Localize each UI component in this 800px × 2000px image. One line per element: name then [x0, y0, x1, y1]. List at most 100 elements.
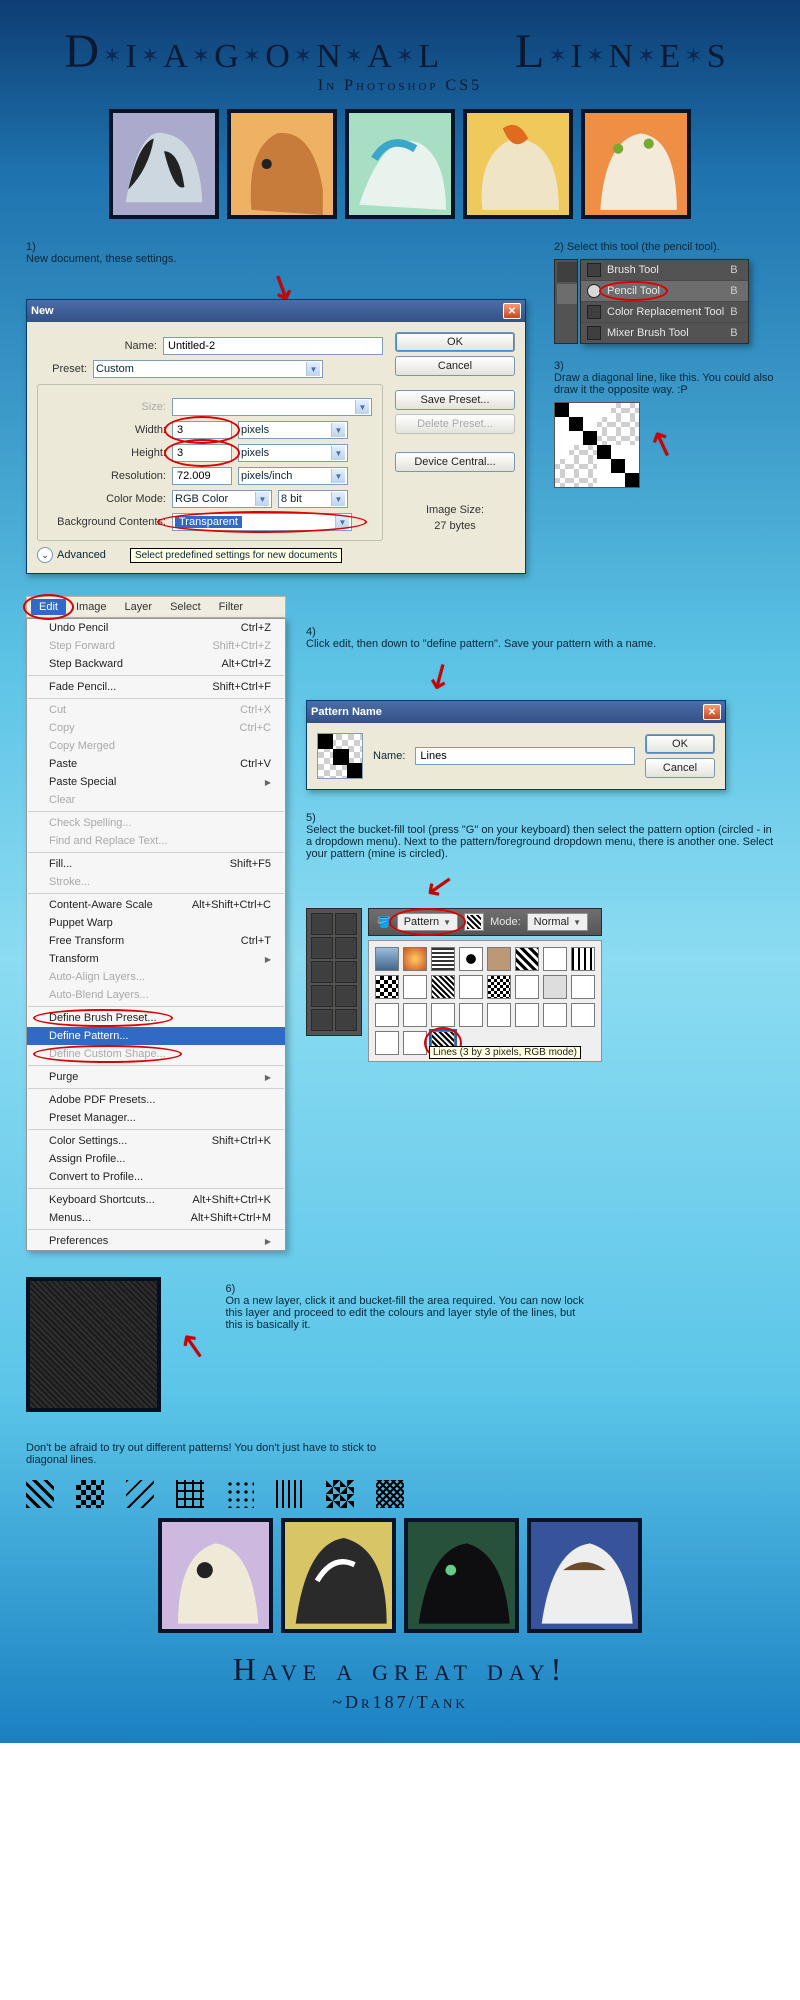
thumb	[345, 109, 455, 219]
mode-label: Mode:	[490, 916, 521, 928]
step-5-text: 5) Select the bucket-fill tool (press "G…	[306, 812, 774, 860]
filter-menu[interactable]: Filter	[211, 599, 251, 615]
footer-message: Have a great day!	[26, 1651, 774, 1688]
height-unit-dropdown[interactable]: pixels▼	[238, 444, 348, 462]
menu-item: Find and Replace Text...	[27, 832, 285, 850]
menu-item[interactable]: Menus...Alt+Shift+Ctrl+M	[27, 1209, 285, 1227]
width-label: Width:	[46, 424, 166, 436]
menu-item[interactable]: Undo PencilCtrl+Z	[27, 619, 285, 637]
menu-item[interactable]: Paste Special▶	[27, 773, 285, 791]
tool-icon[interactable]	[311, 937, 333, 959]
advanced-label: Advanced	[57, 549, 106, 561]
tool-icon[interactable]	[311, 961, 333, 983]
image-size-label: Image Size:	[395, 504, 515, 516]
pattern-examples	[26, 1480, 774, 1508]
tool-flyout-item[interactable]: Brush ToolB	[581, 260, 748, 281]
ok-button[interactable]: OK	[395, 332, 515, 352]
dialog-title: New	[31, 305, 54, 317]
menu-item[interactable]: PasteCtrl+V	[27, 755, 285, 773]
menu-item[interactable]: Purge▶	[27, 1068, 285, 1086]
menu-item: Stroke...	[27, 873, 285, 891]
thumb	[227, 109, 337, 219]
menu-item[interactable]: Preferences▶	[27, 1232, 285, 1250]
cancel-button[interactable]: Cancel	[395, 356, 515, 376]
menu-item[interactable]: Step BackwardAlt+Ctrl+Z	[27, 655, 285, 673]
blend-mode-dropdown[interactable]: Normal▼	[527, 913, 588, 931]
preset-dropdown[interactable]: Custom▼	[93, 360, 323, 378]
device-central-button[interactable]: Device Central...	[395, 452, 515, 472]
cancel-button[interactable]: Cancel	[645, 758, 715, 778]
example-thumbs-bottom	[26, 1518, 774, 1633]
height-input[interactable]	[172, 444, 232, 462]
menu-item[interactable]: Assign Profile...	[27, 1150, 285, 1168]
menu-item[interactable]: Color Settings...Shift+Ctrl+K	[27, 1132, 285, 1150]
layer-menu[interactable]: Layer	[117, 599, 161, 615]
fill-mode-dropdown[interactable]: Pattern▼	[397, 913, 458, 931]
thumb	[158, 1518, 273, 1633]
bitdepth-dropdown[interactable]: 8 bit▼	[278, 490, 348, 508]
thumb	[527, 1518, 642, 1633]
tool-palette	[306, 908, 362, 1036]
menu-item[interactable]: Fade Pencil...Shift+Ctrl+F	[27, 678, 285, 696]
tooltip: Select predefined settings for new docum…	[130, 548, 342, 563]
tool-flyout-item[interactable]: Mixer Brush ToolB	[581, 323, 748, 343]
bg-dropdown[interactable]: Transparent▼	[172, 513, 352, 531]
close-icon[interactable]: ✕	[503, 303, 521, 319]
menu-item[interactable]: Define Pattern...	[27, 1027, 285, 1045]
options-bar: 🪣 Pattern▼ Mode: Normal▼	[368, 908, 602, 936]
tool-icon[interactable]	[335, 985, 357, 1007]
tool-icon[interactable]	[335, 913, 357, 935]
tool-icon[interactable]	[335, 1009, 357, 1031]
save-preset-button[interactable]: Save Preset...	[395, 390, 515, 410]
hint-text: Don't be afraid to try out different pat…	[26, 1442, 386, 1466]
menu-item: Step ForwardShift+Ctrl+Z	[27, 637, 285, 655]
select-menu[interactable]: Select	[162, 599, 209, 615]
menu-item[interactable]: Free TransformCtrl+T	[27, 932, 285, 950]
res-unit-dropdown[interactable]: pixels/inch▼	[238, 467, 348, 485]
pattern-picker[interactable]: Lines (3 by 3 pixels, RGB mode)	[368, 940, 602, 1062]
menu-item[interactable]: Puppet Warp	[27, 914, 285, 932]
width-unit-dropdown[interactable]: pixels▼	[238, 421, 348, 439]
menu-item: Auto-Align Layers...	[27, 968, 285, 986]
dialog-title: Pattern Name	[311, 706, 382, 718]
image-menu[interactable]: Image	[68, 599, 115, 615]
chevron-down-icon[interactable]: ⌄	[37, 547, 53, 563]
pattern-name-input[interactable]	[415, 747, 635, 765]
menu-item[interactable]: Preset Manager...	[27, 1109, 285, 1127]
menu-item[interactable]: Adobe PDF Presets...	[27, 1091, 285, 1109]
edit-menu-dropdown: Undo PencilCtrl+ZStep ForwardShift+Ctrl+…	[26, 618, 286, 1251]
close-icon[interactable]: ✕	[703, 704, 721, 720]
menu-item: Define Custom Shape...	[27, 1045, 285, 1063]
tool-icon[interactable]	[335, 961, 357, 983]
tool-flyout-item[interactable]: Color Replacement ToolB	[581, 302, 748, 323]
menu-item[interactable]: Fill...Shift+F5	[27, 855, 285, 873]
pencil-tool-icon[interactable]	[557, 284, 577, 304]
menu-item[interactable]: Transform▶	[27, 950, 285, 968]
edit-menu[interactable]: Edit	[31, 599, 66, 615]
result-swatch	[26, 1277, 161, 1412]
name-input[interactable]	[163, 337, 383, 355]
tool-icon[interactable]	[335, 937, 357, 959]
colormode-dropdown[interactable]: RGB Color▼	[172, 490, 272, 508]
res-input[interactable]	[172, 467, 232, 485]
size-label: Size:	[46, 401, 166, 413]
width-input[interactable]	[172, 421, 232, 439]
size-dropdown: ▼	[172, 398, 372, 416]
tool-flyout-item[interactable]: Pencil ToolB	[581, 281, 748, 302]
pattern-swatch-dropdown[interactable]	[464, 913, 484, 931]
arrow-icon: ↘	[418, 868, 462, 903]
menu-item[interactable]: Convert to Profile...	[27, 1168, 285, 1186]
tool-icon[interactable]	[311, 1009, 333, 1031]
menu-item[interactable]: Define Brush Preset...	[27, 1009, 285, 1027]
mode-label: Color Mode:	[46, 493, 166, 505]
menu-item[interactable]: Keyboard Shortcuts...Alt+Shift+Ctrl+K	[27, 1191, 285, 1209]
menu-item[interactable]: Content-Aware ScaleAlt+Shift+Ctrl+C	[27, 896, 285, 914]
height-label: Height:	[46, 447, 166, 459]
signature: ~Dr187/Tank	[26, 1692, 774, 1713]
brush-tool-icon[interactable]	[557, 262, 577, 282]
arrow-icon: ↘	[642, 421, 682, 468]
tool-icon[interactable]	[311, 985, 333, 1007]
ok-button[interactable]: OK	[645, 734, 715, 754]
tool-icon[interactable]	[311, 913, 333, 935]
name-label: Name:	[373, 750, 405, 762]
